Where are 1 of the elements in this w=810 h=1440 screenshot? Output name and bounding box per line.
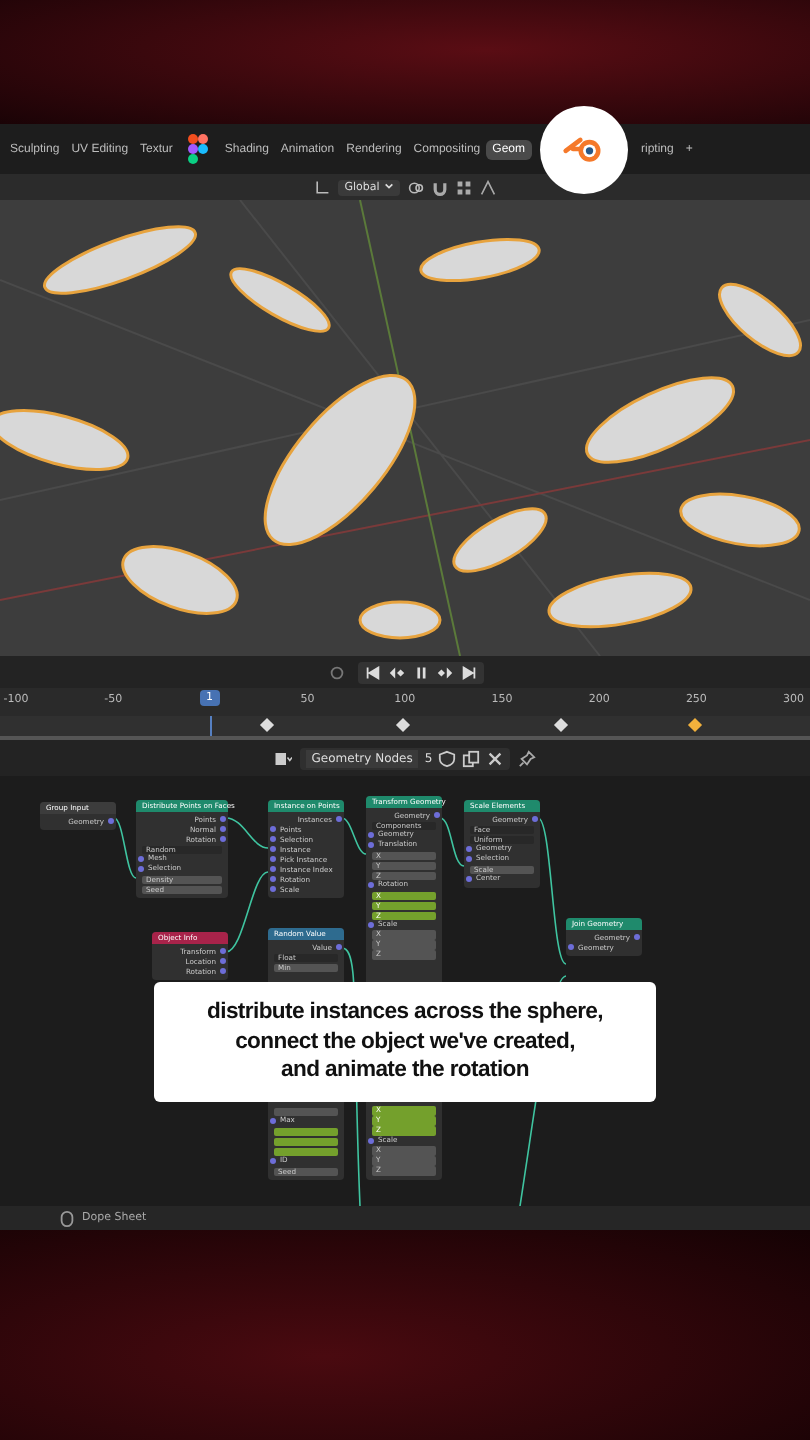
caption-text: distribute instances across the sphere, connect the object we've created, and animate the rotation [154, 982, 656, 1102]
